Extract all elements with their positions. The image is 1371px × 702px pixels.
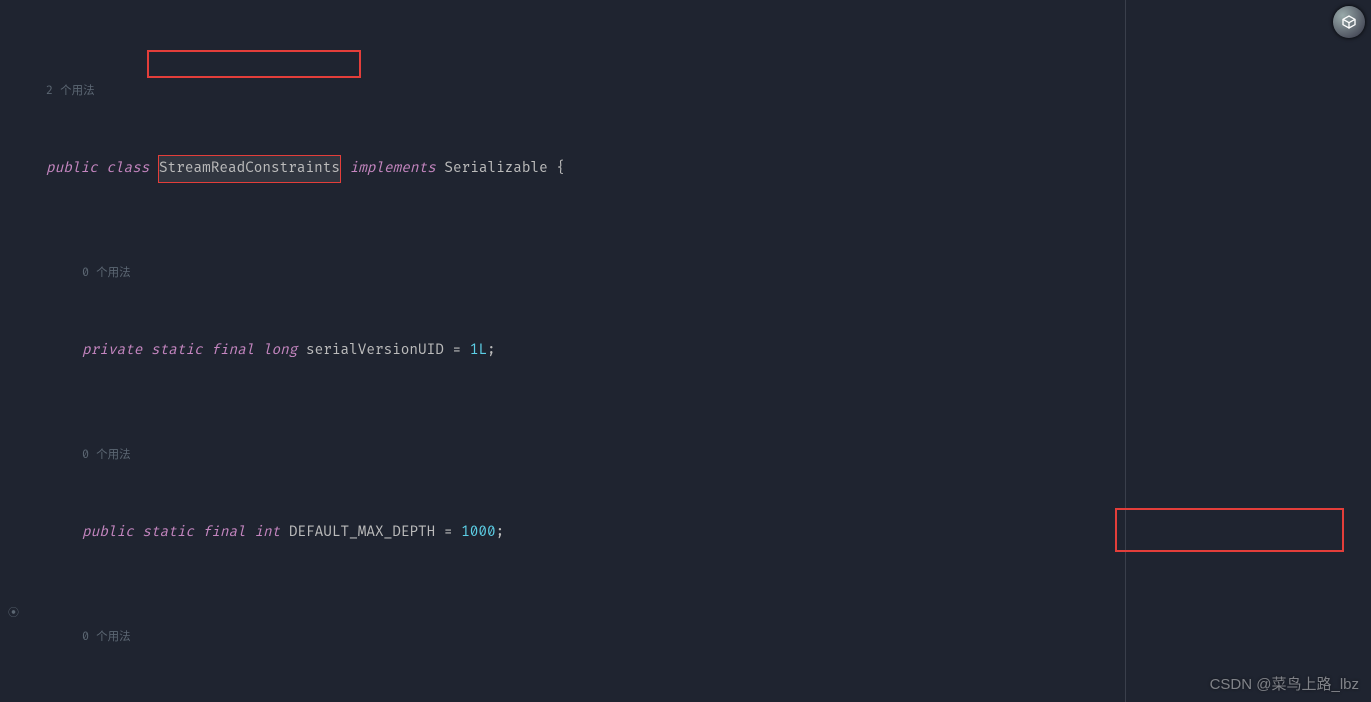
usage-hint[interactable]: 0 个用法 [30, 442, 1371, 468]
brace-open: { [548, 156, 565, 182]
keyword-public: public [46, 156, 98, 182]
editor-area[interactable]: ⦿ 2 个用法 public class StreamReadConstrain… [0, 0, 1371, 702]
ai-assistant-icon[interactable] [1333, 6, 1365, 38]
field-default-max-depth[interactable]: public static final int DEFAULT_MAX_DEPT… [30, 520, 1371, 546]
field-serialVersionUID[interactable]: private static final long serialVersionU… [30, 338, 1371, 364]
usage-hint[interactable]: 2 个用法 [30, 78, 1371, 104]
keyword-class: class [106, 156, 149, 182]
class-declaration-line[interactable]: public class StreamReadConstraints imple… [30, 156, 1371, 182]
code-block[interactable]: 2 个用法 public class StreamReadConstraints… [30, 26, 1371, 702]
usage-hint[interactable]: 0 个用法 [30, 260, 1371, 286]
watermark-csdn: CSDN @菜鸟上路_lbz [1210, 673, 1359, 694]
keyword-implements: implements [350, 156, 436, 182]
usage-hint[interactable]: 0 个用法 [30, 624, 1371, 650]
interface-serializable: Serializable [444, 156, 547, 182]
class-name-streamreadconstraints: StreamReadConstraints [158, 155, 341, 183]
override-gutter-icon[interactable]: ⦿ [8, 604, 19, 620]
gutter: ⦿ [0, 0, 30, 702]
